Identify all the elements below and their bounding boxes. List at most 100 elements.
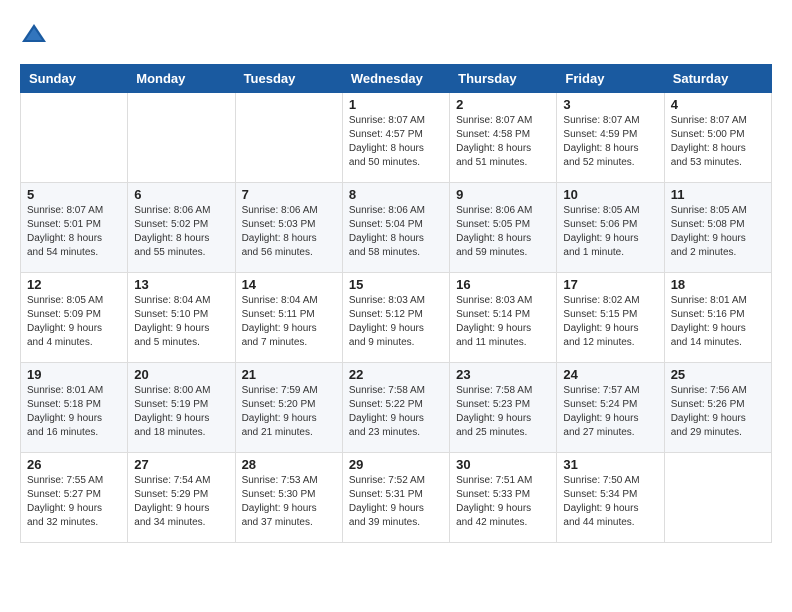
day-number: 6 — [134, 187, 228, 202]
weekday-header: Saturday — [664, 65, 771, 93]
calendar-week-row: 1 Sunrise: 8:07 AM Sunset: 4:57 PM Daylig… — [21, 93, 772, 183]
calendar-body: 1 Sunrise: 8:07 AM Sunset: 4:57 PM Daylig… — [21, 93, 772, 543]
day-number: 1 — [349, 97, 443, 112]
calendar-week-row: 19 Sunrise: 8:01 AM Sunset: 5:18 PM Dayli… — [21, 363, 772, 453]
weekday-header: Friday — [557, 65, 664, 93]
cell-content: Sunrise: 8:04 AM Sunset: 5:11 PM Dayligh… — [242, 294, 336, 350]
day-number: 24 — [563, 367, 657, 382]
day-number: 14 — [242, 277, 336, 292]
logo-icon — [20, 20, 48, 48]
cell-content: Sunrise: 8:03 AM Sunset: 5:12 PM Dayligh… — [349, 294, 443, 350]
cell-content: Sunrise: 8:06 AM Sunset: 5:04 PM Dayligh… — [349, 204, 443, 260]
calendar-cell: 29 Sunrise: 7:52 AM Sunset: 5:31 PM Dayli… — [342, 453, 449, 543]
day-number: 29 — [349, 457, 443, 472]
calendar-cell — [21, 93, 128, 183]
day-number: 26 — [27, 457, 121, 472]
calendar-cell: 14 Sunrise: 8:04 AM Sunset: 5:11 PM Dayli… — [235, 273, 342, 363]
calendar-cell: 25 Sunrise: 7:56 AM Sunset: 5:26 PM Dayli… — [664, 363, 771, 453]
cell-content: Sunrise: 7:51 AM Sunset: 5:33 PM Dayligh… — [456, 474, 550, 530]
day-number: 22 — [349, 367, 443, 382]
weekday-header: Thursday — [450, 65, 557, 93]
calendar-cell: 9Sunrise: 8:06 AM Sunset: 5:05 PM Daylig… — [450, 183, 557, 273]
calendar-week-row: 5Sunrise: 8:07 AM Sunset: 5:01 PM Daylig… — [21, 183, 772, 273]
calendar-cell: 20 Sunrise: 8:00 AM Sunset: 5:19 PM Dayli… — [128, 363, 235, 453]
day-number: 21 — [242, 367, 336, 382]
calendar-cell: 11 Sunrise: 8:05 AM Sunset: 5:08 PM Dayli… — [664, 183, 771, 273]
day-number: 2 — [456, 97, 550, 112]
cell-content: Sunrise: 8:01 AM Sunset: 5:18 PM Dayligh… — [27, 384, 121, 440]
cell-content: Sunrise: 8:05 AM Sunset: 5:09 PM Dayligh… — [27, 294, 121, 350]
weekday-header-row: SundayMondayTuesdayWednesdayThursdayFrid… — [21, 65, 772, 93]
cell-content: Sunrise: 7:52 AM Sunset: 5:31 PM Dayligh… — [349, 474, 443, 530]
calendar-week-row: 26 Sunrise: 7:55 AM Sunset: 5:27 PM Dayli… — [21, 453, 772, 543]
cell-content: Sunrise: 8:00 AM Sunset: 5:19 PM Dayligh… — [134, 384, 228, 440]
calendar-cell: 2Sunrise: 8:07 AM Sunset: 4:58 PM Daylig… — [450, 93, 557, 183]
cell-content: Sunrise: 7:59 AM Sunset: 5:20 PM Dayligh… — [242, 384, 336, 440]
calendar-cell: 7Sunrise: 8:06 AM Sunset: 5:03 PM Daylig… — [235, 183, 342, 273]
day-number: 4 — [671, 97, 765, 112]
day-number: 25 — [671, 367, 765, 382]
day-number: 30 — [456, 457, 550, 472]
day-number: 17 — [563, 277, 657, 292]
cell-content: Sunrise: 8:06 AM Sunset: 5:02 PM Dayligh… — [134, 204, 228, 260]
logo — [20, 20, 52, 48]
page-header — [20, 20, 772, 48]
cell-content: Sunrise: 7:58 AM Sunset: 5:22 PM Dayligh… — [349, 384, 443, 440]
day-number: 12 — [27, 277, 121, 292]
day-number: 8 — [349, 187, 443, 202]
weekday-header: Monday — [128, 65, 235, 93]
cell-content: Sunrise: 8:03 AM Sunset: 5:14 PM Dayligh… — [456, 294, 550, 350]
calendar-cell: 21 Sunrise: 7:59 AM Sunset: 5:20 PM Dayli… — [235, 363, 342, 453]
calendar-cell: 12 Sunrise: 8:05 AM Sunset: 5:09 PM Dayli… — [21, 273, 128, 363]
cell-content: Sunrise: 8:02 AM Sunset: 5:15 PM Dayligh… — [563, 294, 657, 350]
calendar-cell: 24Sunrise: 7:57 AM Sunset: 5:24 PM Dayli… — [557, 363, 664, 453]
calendar-cell: 22 Sunrise: 7:58 AM Sunset: 5:22 PM Dayli… — [342, 363, 449, 453]
day-number: 10 — [563, 187, 657, 202]
calendar-cell: 27Sunrise: 7:54 AM Sunset: 5:29 PM Dayli… — [128, 453, 235, 543]
day-number: 28 — [242, 457, 336, 472]
cell-content: Sunrise: 8:04 AM Sunset: 5:10 PM Dayligh… — [134, 294, 228, 350]
calendar-cell: 30 Sunrise: 7:51 AM Sunset: 5:33 PM Dayli… — [450, 453, 557, 543]
cell-content: Sunrise: 8:01 AM Sunset: 5:16 PM Dayligh… — [671, 294, 765, 350]
cell-content: Sunrise: 8:07 AM Sunset: 4:59 PM Dayligh… — [563, 114, 657, 170]
calendar-table: SundayMondayTuesdayWednesdayThursdayFrid… — [20, 64, 772, 543]
calendar-cell: 10Sunrise: 8:05 AM Sunset: 5:06 PM Dayli… — [557, 183, 664, 273]
cell-content: Sunrise: 7:55 AM Sunset: 5:27 PM Dayligh… — [27, 474, 121, 530]
calendar-cell — [235, 93, 342, 183]
calendar-cell: 8 Sunrise: 8:06 AM Sunset: 5:04 PM Daylig… — [342, 183, 449, 273]
calendar-cell: 19 Sunrise: 8:01 AM Sunset: 5:18 PM Dayli… — [21, 363, 128, 453]
cell-content: Sunrise: 7:56 AM Sunset: 5:26 PM Dayligh… — [671, 384, 765, 440]
day-number: 13 — [134, 277, 228, 292]
calendar-cell: 18 Sunrise: 8:01 AM Sunset: 5:16 PM Dayli… — [664, 273, 771, 363]
cell-content: Sunrise: 8:05 AM Sunset: 5:08 PM Dayligh… — [671, 204, 765, 260]
weekday-header: Sunday — [21, 65, 128, 93]
calendar-cell: 15 Sunrise: 8:03 AM Sunset: 5:12 PM Dayli… — [342, 273, 449, 363]
cell-content: Sunrise: 7:53 AM Sunset: 5:30 PM Dayligh… — [242, 474, 336, 530]
weekday-header: Tuesday — [235, 65, 342, 93]
day-number: 15 — [349, 277, 443, 292]
cell-content: Sunrise: 8:07 AM Sunset: 4:57 PM Dayligh… — [349, 114, 443, 170]
cell-content: Sunrise: 8:06 AM Sunset: 5:05 PM Dayligh… — [456, 204, 550, 260]
day-number: 11 — [671, 187, 765, 202]
day-number: 7 — [242, 187, 336, 202]
calendar-cell: 28 Sunrise: 7:53 AM Sunset: 5:30 PM Dayli… — [235, 453, 342, 543]
calendar-header: SundayMondayTuesdayWednesdayThursdayFrid… — [21, 65, 772, 93]
calendar-cell: 3 Sunrise: 8:07 AM Sunset: 4:59 PM Daylig… — [557, 93, 664, 183]
cell-content: Sunrise: 8:07 AM Sunset: 5:00 PM Dayligh… — [671, 114, 765, 170]
day-number: 19 — [27, 367, 121, 382]
cell-content: Sunrise: 7:58 AM Sunset: 5:23 PM Dayligh… — [456, 384, 550, 440]
weekday-header: Wednesday — [342, 65, 449, 93]
calendar-cell: 6 Sunrise: 8:06 AM Sunset: 5:02 PM Daylig… — [128, 183, 235, 273]
calendar-week-row: 12 Sunrise: 8:05 AM Sunset: 5:09 PM Dayli… — [21, 273, 772, 363]
day-number: 16 — [456, 277, 550, 292]
calendar-cell: 16 Sunrise: 8:03 AM Sunset: 5:14 PM Dayli… — [450, 273, 557, 363]
cell-content: Sunrise: 7:54 AM Sunset: 5:29 PM Dayligh… — [134, 474, 228, 530]
day-number: 3 — [563, 97, 657, 112]
calendar-cell: 1 Sunrise: 8:07 AM Sunset: 4:57 PM Daylig… — [342, 93, 449, 183]
calendar-cell: 26 Sunrise: 7:55 AM Sunset: 5:27 PM Dayli… — [21, 453, 128, 543]
calendar-cell: 4 Sunrise: 8:07 AM Sunset: 5:00 PM Daylig… — [664, 93, 771, 183]
day-number: 5 — [27, 187, 121, 202]
calendar-cell: 23Sunrise: 7:58 AM Sunset: 5:23 PM Dayli… — [450, 363, 557, 453]
day-number: 18 — [671, 277, 765, 292]
day-number: 20 — [134, 367, 228, 382]
